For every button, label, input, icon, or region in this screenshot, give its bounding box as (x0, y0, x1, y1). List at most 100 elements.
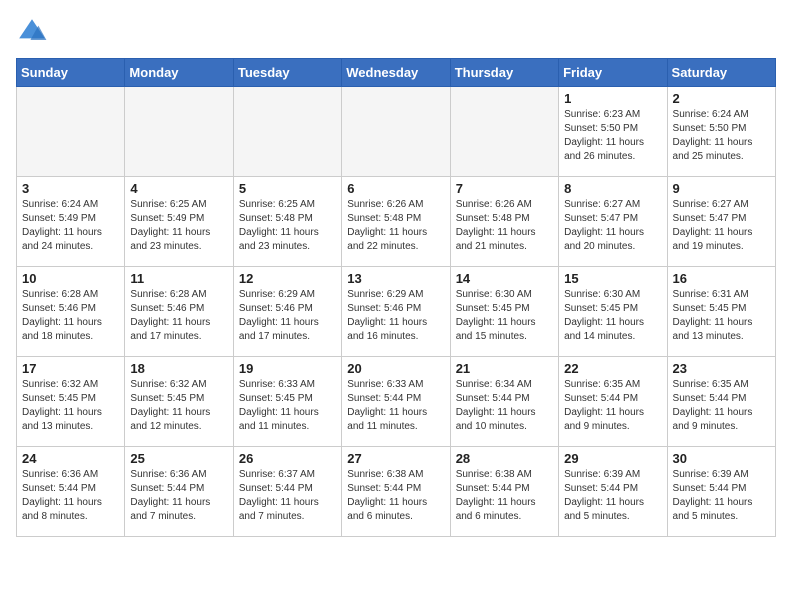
day-info: Sunrise: 6:29 AMSunset: 5:46 PMDaylight:… (347, 288, 444, 344)
day-number: 18 (130, 361, 227, 376)
calendar-day-cell: 12 Sunrise: 6:29 AMSunset: 5:46 PMDayligh… (233, 267, 341, 357)
day-number: 30 (673, 451, 770, 466)
calendar-day-cell: 5 Sunrise: 6:25 AMSunset: 5:48 PMDaylight… (233, 177, 341, 267)
calendar-day-cell: 1 Sunrise: 6:23 AMSunset: 5:50 PMDaylight… (559, 87, 667, 177)
day-info: Sunrise: 6:36 AMSunset: 5:44 PMDaylight:… (22, 468, 119, 524)
day-info: Sunrise: 6:31 AMSunset: 5:45 PMDaylight:… (673, 288, 770, 344)
day-number: 9 (673, 181, 770, 196)
logo-icon (16, 16, 48, 48)
day-info: Sunrise: 6:23 AMSunset: 5:50 PMDaylight:… (564, 108, 661, 164)
day-info: Sunrise: 6:24 AMSunset: 5:49 PMDaylight:… (22, 198, 119, 254)
calendar-day-cell: 25 Sunrise: 6:36 AMSunset: 5:44 PMDayligh… (125, 447, 233, 537)
day-number: 15 (564, 271, 661, 286)
day-number: 5 (239, 181, 336, 196)
calendar-day-cell: 6Sunrise: 6:26 AMSunset: 5:48 PMDaylight… (342, 177, 450, 267)
day-number: 29 (564, 451, 661, 466)
page-header (16, 16, 776, 48)
calendar-week-row: 3 Sunrise: 6:24 AMSunset: 5:49 PMDaylight… (17, 177, 776, 267)
calendar-day-cell: 4 Sunrise: 6:25 AMSunset: 5:49 PMDaylight… (125, 177, 233, 267)
day-info: Sunrise: 6:25 AMSunset: 5:48 PMDaylight:… (239, 198, 336, 254)
day-info: Sunrise: 6:34 AMSunset: 5:44 PMDaylight:… (456, 378, 553, 434)
day-number: 12 (239, 271, 336, 286)
day-info: Sunrise: 6:28 AMSunset: 5:46 PMDaylight:… (130, 288, 227, 344)
day-info: Sunrise: 6:39 AMSunset: 5:44 PMDaylight:… (564, 468, 661, 524)
day-number: 21 (456, 361, 553, 376)
calendar-header-row: SundayMondayTuesdayWednesdayThursdayFrid… (17, 59, 776, 87)
day-info: Sunrise: 6:30 AMSunset: 5:45 PMDaylight:… (564, 288, 661, 344)
day-info: Sunrise: 6:35 AMSunset: 5:44 PMDaylight:… (673, 378, 770, 434)
day-number: 11 (130, 271, 227, 286)
day-number: 13 (347, 271, 444, 286)
calendar-day-cell: 18Sunrise: 6:32 AMSunset: 5:45 PMDayligh… (125, 357, 233, 447)
day-number: 25 (130, 451, 227, 466)
calendar-week-row: 1 Sunrise: 6:23 AMSunset: 5:50 PMDaylight… (17, 87, 776, 177)
calendar-day-cell: 30 Sunrise: 6:39 AMSunset: 5:44 PMDayligh… (667, 447, 775, 537)
calendar-day-cell: 28Sunrise: 6:38 AMSunset: 5:44 PMDayligh… (450, 447, 558, 537)
day-info: Sunrise: 6:24 AMSunset: 5:50 PMDaylight:… (673, 108, 770, 164)
calendar-day-cell: 29 Sunrise: 6:39 AMSunset: 5:44 PMDayligh… (559, 447, 667, 537)
day-info: Sunrise: 6:35 AMSunset: 5:44 PMDaylight:… (564, 378, 661, 434)
day-number: 17 (22, 361, 119, 376)
day-info: Sunrise: 6:39 AMSunset: 5:44 PMDaylight:… (673, 468, 770, 524)
calendar-day-header: Thursday (450, 59, 558, 87)
day-number: 1 (564, 91, 661, 106)
logo (16, 16, 54, 48)
calendar-day-cell (125, 87, 233, 177)
day-info: Sunrise: 6:28 AMSunset: 5:46 PMDaylight:… (22, 288, 119, 344)
calendar-day-header: Wednesday (342, 59, 450, 87)
day-number: 6 (347, 181, 444, 196)
day-number: 22 (564, 361, 661, 376)
calendar-day-cell: 17Sunrise: 6:32 AMSunset: 5:45 PMDayligh… (17, 357, 125, 447)
calendar-day-header: Tuesday (233, 59, 341, 87)
day-info: Sunrise: 6:33 AMSunset: 5:45 PMDaylight:… (239, 378, 336, 434)
calendar-day-cell: 21 Sunrise: 6:34 AMSunset: 5:44 PMDayligh… (450, 357, 558, 447)
day-info: Sunrise: 6:25 AMSunset: 5:49 PMDaylight:… (130, 198, 227, 254)
calendar-week-row: 24 Sunrise: 6:36 AMSunset: 5:44 PMDayligh… (17, 447, 776, 537)
day-number: 4 (130, 181, 227, 196)
day-number: 20 (347, 361, 444, 376)
calendar-day-header: Sunday (17, 59, 125, 87)
calendar-day-cell: 16 Sunrise: 6:31 AMSunset: 5:45 PMDayligh… (667, 267, 775, 357)
calendar-day-cell: 3 Sunrise: 6:24 AMSunset: 5:49 PMDaylight… (17, 177, 125, 267)
day-info: Sunrise: 6:29 AMSunset: 5:46 PMDaylight:… (239, 288, 336, 344)
calendar-day-cell: 20Sunrise: 6:33 AMSunset: 5:44 PMDayligh… (342, 357, 450, 447)
day-number: 23 (673, 361, 770, 376)
day-info: Sunrise: 6:36 AMSunset: 5:44 PMDaylight:… (130, 468, 227, 524)
day-number: 27 (347, 451, 444, 466)
calendar-day-cell: 22 Sunrise: 6:35 AMSunset: 5:44 PMDayligh… (559, 357, 667, 447)
day-info: Sunrise: 6:26 AMSunset: 5:48 PMDaylight:… (456, 198, 553, 254)
calendar-day-cell: 15 Sunrise: 6:30 AMSunset: 5:45 PMDayligh… (559, 267, 667, 357)
day-info: Sunrise: 6:38 AMSunset: 5:44 PMDaylight:… (347, 468, 444, 524)
calendar-day-cell: 27 Sunrise: 6:38 AMSunset: 5:44 PMDayligh… (342, 447, 450, 537)
day-info: Sunrise: 6:37 AMSunset: 5:44 PMDaylight:… (239, 468, 336, 524)
calendar-day-cell (342, 87, 450, 177)
calendar-day-cell: 14 Sunrise: 6:30 AMSunset: 5:45 PMDayligh… (450, 267, 558, 357)
day-number: 7 (456, 181, 553, 196)
day-number: 16 (673, 271, 770, 286)
calendar-day-cell: 8Sunrise: 6:27 AMSunset: 5:47 PMDaylight… (559, 177, 667, 267)
day-info: Sunrise: 6:27 AMSunset: 5:47 PMDaylight:… (564, 198, 661, 254)
calendar-day-cell: 23 Sunrise: 6:35 AMSunset: 5:44 PMDayligh… (667, 357, 775, 447)
calendar-day-cell: 10 Sunrise: 6:28 AMSunset: 5:46 PMDayligh… (17, 267, 125, 357)
calendar-day-cell (233, 87, 341, 177)
calendar-day-cell (17, 87, 125, 177)
day-number: 2 (673, 91, 770, 106)
calendar-day-cell: 13 Sunrise: 6:29 AMSunset: 5:46 PMDayligh… (342, 267, 450, 357)
day-number: 26 (239, 451, 336, 466)
day-info: Sunrise: 6:27 AMSunset: 5:47 PMDaylight:… (673, 198, 770, 254)
calendar-day-cell (450, 87, 558, 177)
day-number: 24 (22, 451, 119, 466)
day-number: 19 (239, 361, 336, 376)
calendar-day-cell: 26 Sunrise: 6:37 AMSunset: 5:44 PMDayligh… (233, 447, 341, 537)
day-number: 28 (456, 451, 553, 466)
calendar-day-cell: 2 Sunrise: 6:24 AMSunset: 5:50 PMDaylight… (667, 87, 775, 177)
day-number: 14 (456, 271, 553, 286)
day-number: 10 (22, 271, 119, 286)
calendar-day-cell: 24 Sunrise: 6:36 AMSunset: 5:44 PMDayligh… (17, 447, 125, 537)
calendar: SundayMondayTuesdayWednesdayThursdayFrid… (16, 58, 776, 537)
calendar-day-header: Saturday (667, 59, 775, 87)
day-number: 3 (22, 181, 119, 196)
calendar-day-cell: 11 Sunrise: 6:28 AMSunset: 5:46 PMDayligh… (125, 267, 233, 357)
calendar-week-row: 10 Sunrise: 6:28 AMSunset: 5:46 PMDayligh… (17, 267, 776, 357)
day-info: Sunrise: 6:30 AMSunset: 5:45 PMDaylight:… (456, 288, 553, 344)
